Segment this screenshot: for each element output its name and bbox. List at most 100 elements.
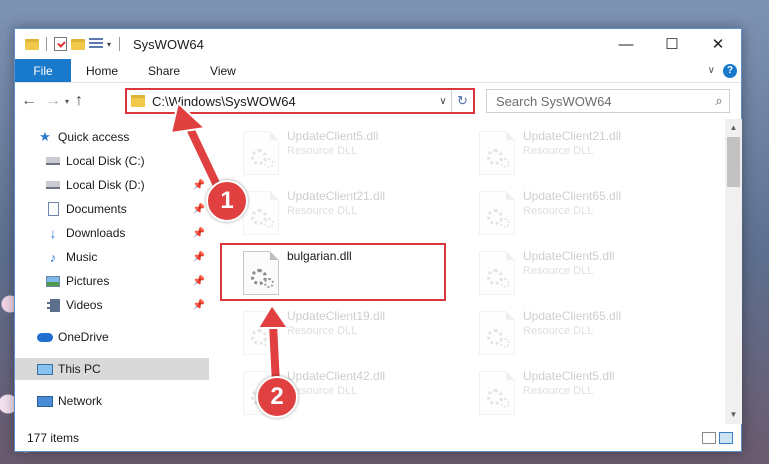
sidebar-item-label: Pictures — [66, 274, 110, 288]
file-description: Resource DLL — [287, 325, 358, 337]
sidebar-item-local-disk-c[interactable]: Local Disk (C:) — [15, 150, 209, 172]
onedrive-icon — [37, 329, 53, 345]
up-button[interactable]: ↑ — [75, 92, 83, 110]
scroll-thumb[interactable] — [727, 137, 740, 187]
back-button[interactable]: ← — [19, 92, 39, 110]
dll-file-icon — [243, 311, 279, 355]
pictures-icon — [45, 273, 61, 289]
file-description: Resource DLL — [523, 385, 594, 397]
forward-button[interactable]: → — [43, 92, 63, 110]
new-folder-icon[interactable] — [71, 38, 85, 50]
close-button[interactable]: ✕ — [695, 29, 741, 59]
scroll-down-icon[interactable]: ▼ — [725, 408, 742, 422]
file-name: UpdateClient21.dll — [523, 129, 622, 143]
file-item[interactable]: UpdateClient5.dll Resource DLL — [237, 125, 463, 183]
details-icon[interactable] — [89, 38, 103, 50]
sidebar-item-this-pc[interactable]: This PC — [15, 358, 209, 380]
pin-icon: 📌 — [192, 251, 205, 263]
documents-icon — [45, 201, 61, 217]
file-description: Resource DLL — [523, 145, 594, 157]
tab-share[interactable]: Share — [133, 59, 195, 82]
sidebar-item-network[interactable]: Network — [15, 390, 209, 412]
status-bar: 177 items — [15, 425, 741, 451]
sidebar-item-label: Videos — [66, 298, 103, 312]
file-item[interactable]: UpdateClient21.dll Resource DLL — [473, 125, 699, 183]
sidebar-item-onedrive[interactable]: OneDrive — [15, 326, 209, 348]
file-item[interactable]: UpdateClient5.dll Resource DLL — [473, 365, 699, 423]
vertical-scrollbar[interactable]: ▲ ▼ — [725, 119, 742, 424]
sidebar-item-label: Music — [66, 250, 98, 264]
large-icons-view-icon[interactable] — [719, 432, 733, 444]
file-description: Resource DLL — [287, 145, 358, 157]
sidebar-item-pictures[interactable]: Pictures 📌 — [15, 270, 209, 292]
title-bar: ▾ SysWOW64 — ☐ ✕ — [15, 29, 741, 59]
navigation-pane: ★ Quick access Local Disk (C:) Local Dis… — [15, 119, 209, 424]
step-1-badge: 1 — [206, 180, 248, 222]
dll-file-icon — [479, 131, 515, 175]
file-item[interactable]: UpdateClient21.dll Resource DLL — [237, 185, 463, 243]
ribbon-tabs: File Home Share View ∨ ? — [15, 59, 741, 83]
sidebar-item-music[interactable]: ♪ Music 📌 — [15, 246, 209, 268]
help-icon[interactable]: ? — [723, 63, 737, 78]
search-input[interactable]: Search SysWOW64 — [496, 94, 709, 109]
file-name: UpdateClient21.dll — [287, 189, 386, 203]
pin-icon: 📌 — [192, 227, 205, 239]
explorer-window: ▾ SysWOW64 — ☐ ✕ File Home Share View ∨ … — [14, 28, 742, 452]
drive-icon — [45, 153, 61, 169]
scroll-up-icon[interactable]: ▲ — [725, 121, 742, 135]
title-divider — [119, 37, 121, 51]
pin-icon: 📌 — [192, 203, 205, 215]
search-icon: ⌕ — [715, 93, 723, 108]
music-icon: ♪ — [49, 249, 57, 265]
pin-icon: 📌 — [192, 275, 205, 287]
ribbon-right: ∨ ? — [708, 59, 741, 82]
maximize-button[interactable]: ☐ — [649, 29, 695, 59]
sidebar-item-downloads[interactable]: ↓ Downloads 📌 — [15, 222, 209, 244]
recent-locations-icon[interactable]: ▾ — [65, 97, 69, 106]
file-name: UpdateClient5.dll — [287, 129, 379, 143]
file-description: Resource DLL — [523, 325, 594, 337]
address-path[interactable]: C:\Windows\SysWOW64 — [152, 94, 435, 109]
window-controls: — ☐ ✕ — [603, 29, 741, 59]
file-item[interactable]: UpdateClient5.dll Resource DLL — [473, 245, 699, 303]
dll-file-icon — [243, 191, 279, 235]
file-name: UpdateClient5.dll — [523, 369, 615, 383]
sidebar-item-label: Network — [58, 394, 103, 408]
details-view-icon[interactable] — [702, 432, 716, 444]
star-icon: ★ — [39, 129, 51, 144]
search-box[interactable]: Search SysWOW64 ⌕ — [486, 89, 730, 113]
file-name: UpdateClient65.dll — [523, 309, 622, 323]
sidebar-item-documents[interactable]: Documents 📌 — [15, 198, 209, 220]
customize-toolbar-icon[interactable]: ▾ — [107, 40, 111, 49]
sidebar-item-videos[interactable]: Videos 📌 — [15, 294, 209, 316]
address-row: ← → ▾ ↑ C:\Windows\SysWOW64 ∨ ↻ Search S… — [15, 85, 741, 117]
item-count: 177 items — [27, 431, 80, 445]
sidebar-item-local-disk-d[interactable]: Local Disk (D:) 📌 — [15, 174, 209, 196]
refresh-icon[interactable]: ↻ — [451, 90, 473, 112]
file-name: UpdateClient42.dll — [287, 369, 386, 383]
address-dropdown-icon[interactable]: ∨ — [435, 96, 451, 107]
expand-ribbon-icon[interactable]: ∨ — [708, 65, 715, 76]
tab-view[interactable]: View — [195, 59, 251, 82]
dll-file-icon — [243, 131, 279, 175]
dll-file-icon — [479, 311, 515, 355]
sidebar-item-quick-access[interactable]: ★ Quick access — [15, 126, 209, 148]
quick-access-toolbar: ▾ — [25, 37, 111, 51]
properties-icon[interactable] — [54, 37, 67, 51]
tab-home[interactable]: Home — [71, 59, 133, 82]
dll-file-icon — [479, 251, 515, 295]
sidebar-item-label: Quick access — [58, 130, 130, 144]
tab-file[interactable]: File — [15, 59, 71, 82]
file-name: UpdateClient65.dll — [523, 189, 622, 203]
toolbar-divider — [46, 37, 47, 51]
file-name: UpdateClient5.dll — [523, 249, 615, 263]
minimize-button[interactable]: — — [603, 29, 649, 59]
file-item[interactable]: UpdateClient19.dll Resource DLL — [237, 305, 463, 363]
file-item[interactable]: UpdateClient65.dll Resource DLL — [473, 305, 699, 363]
file-item[interactable]: UpdateClient65.dll Resource DLL — [473, 185, 699, 243]
sidebar-item-label: OneDrive — [58, 330, 109, 344]
address-bar[interactable]: C:\Windows\SysWOW64 ∨ ↻ — [125, 88, 475, 114]
view-switcher — [702, 432, 733, 444]
step-2-badge: 2 — [256, 376, 298, 418]
sidebar-item-label: Downloads — [66, 226, 126, 240]
